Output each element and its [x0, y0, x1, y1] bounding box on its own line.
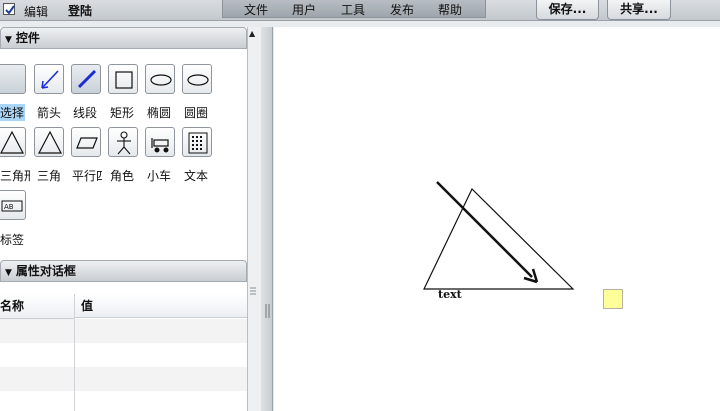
- col-name-label: 名称: [0, 299, 25, 313]
- tool-triangle[interactable]: [34, 127, 64, 157]
- controls-panel-header[interactable]: ▼ 控件: [0, 27, 247, 49]
- tool-circle[interactable]: [182, 64, 212, 94]
- tag-icon: AB: [1, 200, 23, 212]
- arrow-icon: [41, 70, 59, 89]
- panel-splitter[interactable]: [261, 27, 273, 411]
- cart-icon: [151, 138, 169, 153]
- tool-cart[interactable]: [145, 127, 175, 157]
- tool-right-triangle-label: 三角形: [0, 169, 30, 183]
- tool-text-label: 文本: [184, 169, 209, 183]
- collapse-triangle-icon: ▼: [5, 268, 12, 278]
- tool-parallelogram-label: 平行四: [72, 169, 102, 183]
- col-header-value[interactable]: 值: [75, 294, 247, 318]
- menu-file[interactable]: 文件: [244, 1, 268, 18]
- properties-table: 名称 值: [0, 294, 247, 411]
- tool-actor-label: 角色: [110, 169, 135, 183]
- tool-ellipse[interactable]: [145, 64, 175, 94]
- table-row[interactable]: [0, 367, 247, 391]
- properties-panel-title: 属性对话框: [15, 264, 76, 278]
- controls-panel-title: 控件: [15, 31, 40, 45]
- menu-user[interactable]: 用户: [292, 1, 316, 18]
- col-header-name[interactable]: 名称: [0, 294, 74, 319]
- tool-parallelogram[interactable]: [71, 127, 101, 157]
- menu-bar: 文件 用户 工具 发布 帮助: [222, 0, 486, 18]
- tool-rectangle-label: 矩形: [110, 106, 135, 120]
- column-divider: [74, 294, 75, 411]
- tool-rectangle[interactable]: [108, 64, 138, 94]
- canvas-note-square[interactable]: [603, 289, 623, 309]
- ellipse-icon: [150, 74, 172, 86]
- edit-checkbox[interactable]: [3, 3, 15, 15]
- share-button[interactable]: 共享...: [607, 0, 671, 20]
- table-row[interactable]: [0, 319, 247, 343]
- canvas-shapes: [423, 181, 575, 290]
- save-button[interactable]: 保存...: [536, 0, 599, 20]
- parallelogram-icon: [76, 137, 98, 149]
- top-bar: 编辑 登陆 文件 用户 工具 发布 帮助 保存... 共享...: [0, 0, 720, 21]
- rectangle-icon: [115, 71, 133, 89]
- properties-panel-header[interactable]: ▼ 属性对话框: [0, 260, 247, 282]
- table-row[interactable]: [0, 343, 247, 367]
- tool-select-label: 选择: [0, 104, 25, 121]
- tool-tag[interactable]: AB: [0, 190, 26, 220]
- left-panel-scrollbar[interactable]: ▲: [247, 27, 261, 411]
- edit-label: 编辑: [24, 5, 49, 19]
- left-panel: ▼ 控件 选择 箭头 线段 矩形 椭圆 圆圈 三角 三角 平行 角色 小车 文本…: [0, 27, 247, 411]
- tool-right-triangle[interactable]: [0, 127, 26, 157]
- tool-tag-label: 标签: [0, 233, 25, 247]
- menu-tools[interactable]: 工具: [341, 1, 365, 18]
- table-row[interactable]: [0, 391, 247, 411]
- canvas-text-label[interactable]: text: [438, 288, 462, 301]
- tool-arrow-label: 箭头: [37, 106, 62, 120]
- collapse-triangle-icon: ▼: [5, 35, 12, 45]
- actor-icon: [117, 131, 131, 155]
- tool-cart-label: 小车: [147, 169, 172, 183]
- text-icon: [188, 132, 208, 154]
- triangle-icon: [38, 130, 62, 154]
- login-link[interactable]: 登陆: [68, 2, 92, 19]
- tool-ellipse-label: 椭圆: [147, 106, 172, 120]
- menu-publish[interactable]: 发布: [390, 1, 414, 18]
- tool-triangle-label: 三角: [37, 169, 62, 183]
- tool-actor[interactable]: [108, 127, 138, 157]
- tool-text[interactable]: [182, 127, 212, 157]
- tool-line-label: 线段: [73, 106, 98, 120]
- right-triangle-icon: [0, 130, 24, 154]
- menu-help[interactable]: 帮助: [438, 1, 462, 18]
- tool-select[interactable]: [0, 64, 26, 94]
- line-icon: [77, 69, 97, 89]
- select-icon: [0, 65, 27, 95]
- drawing-canvas[interactable]: [274, 27, 720, 411]
- circle-icon: [187, 74, 209, 86]
- col-value-label: 值: [81, 299, 94, 313]
- canvas-arrow-line[interactable]: [436, 181, 533, 278]
- splitter-grip-icon[interactable]: [265, 304, 270, 318]
- tool-circle-label: 圆圈: [184, 106, 209, 120]
- tool-arrow[interactable]: [34, 64, 64, 94]
- scroll-up-icon[interactable]: ▲: [249, 29, 255, 38]
- scroll-grip-icon[interactable]: [250, 286, 256, 296]
- tool-line[interactable]: [71, 64, 101, 94]
- svg-text:AB: AB: [4, 203, 14, 211]
- checkmark-icon: [5, 5, 15, 15]
- canvas-triangle[interactable]: [423, 187, 575, 290]
